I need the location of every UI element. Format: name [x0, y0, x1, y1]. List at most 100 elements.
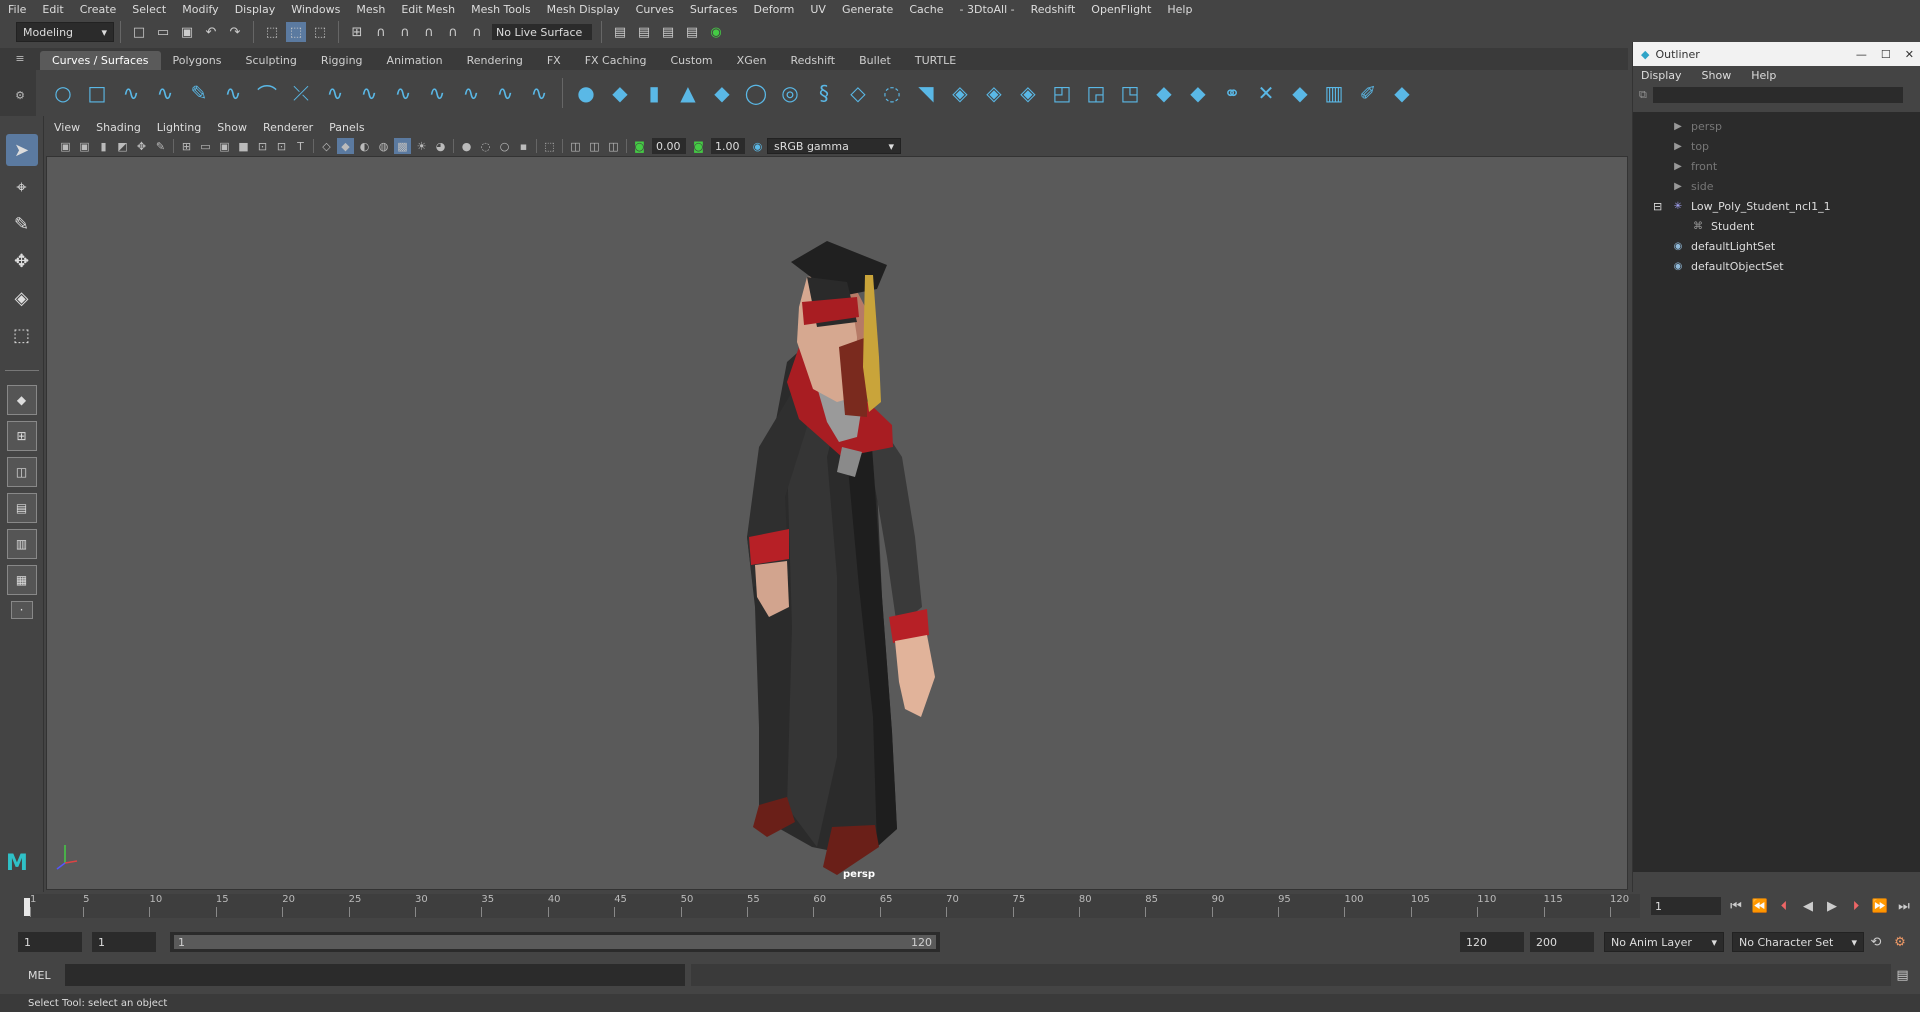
menu-cache[interactable]: Cache — [909, 3, 943, 16]
step-forward-frame-icon[interactable]: ⏩ — [1870, 896, 1890, 916]
resolution-gate-icon[interactable]: ▣ — [216, 138, 233, 154]
menu-edit-mesh[interactable]: Edit Mesh — [401, 3, 455, 16]
lasso-tool-icon[interactable]: ⌖ — [6, 171, 38, 203]
select-hierarchy-icon[interactable]: ⬚ — [262, 22, 282, 42]
hypershade-layout-icon[interactable]: ▦ — [6, 565, 37, 595]
shelf-tab-rigging[interactable]: Rigging — [309, 51, 375, 70]
menu-select[interactable]: Select — [132, 3, 166, 16]
isolate-select-icon[interactable]: ⬚ — [541, 138, 558, 154]
go-to-start-icon[interactable]: ⏮ — [1726, 896, 1746, 916]
bevel-plus-icon[interactable]: ◈ — [947, 80, 973, 106]
animation-end-field[interactable]: 200 — [1530, 932, 1594, 952]
snap-grid-icon[interactable]: ⊞ — [347, 22, 367, 42]
nurbs-circle-icon[interactable]: ○ — [50, 80, 76, 106]
nurbs-torus-icon[interactable]: ◯ — [743, 80, 769, 106]
step-forward-key-icon[interactable]: ⏵ — [1846, 896, 1866, 916]
2d-pan-icon[interactable]: ✥ — [133, 138, 150, 154]
xray-icon[interactable]: ◫ — [567, 138, 584, 154]
move-tool-icon[interactable]: ✥ — [6, 245, 38, 277]
live-surface-field[interactable]: No Live Surface — [492, 24, 592, 40]
nurbs-plane-icon[interactable]: ◆ — [709, 80, 735, 106]
menu-redshift[interactable]: Redshift — [1031, 3, 1076, 16]
wireframe-icon[interactable]: ◇ — [318, 138, 335, 154]
outliner-menu-help[interactable]: Help — [1751, 69, 1776, 82]
mode-dropdown[interactable]: Modeling ▾ — [16, 22, 114, 42]
magnet-icon[interactable]: ∩ — [467, 22, 487, 42]
anim-layer-dropdown[interactable]: No Anim Layer ▾ — [1604, 932, 1724, 952]
outliner-menu-display[interactable]: Display — [1641, 69, 1682, 82]
menu-edit[interactable]: Edit — [42, 3, 63, 16]
xray-active-icon[interactable]: ◫ — [586, 138, 603, 154]
menu-modify[interactable]: Modify — [182, 3, 218, 16]
menu-generate[interactable]: Generate — [842, 3, 893, 16]
motion-blur-icon[interactable]: ◌ — [477, 138, 494, 154]
duplicate-surface-icon[interactable]: ◰ — [1049, 80, 1075, 106]
maximize-icon[interactable]: ☐ — [1881, 48, 1891, 61]
gate-mask-icon[interactable]: ■ — [235, 138, 252, 154]
rotate-tool-icon[interactable]: ◈ — [6, 282, 38, 314]
animation-start-field[interactable]: 1 — [18, 932, 82, 952]
current-frame-field[interactable]: 1 — [1651, 897, 1721, 915]
menu-curves[interactable]: Curves — [636, 3, 674, 16]
outliner-item[interactable]: ▶ side — [1633, 176, 1920, 196]
persp-outliner-layout-icon[interactable]: ▤ — [6, 493, 37, 523]
side-by-side-layout-icon[interactable]: ◫ — [6, 457, 37, 487]
anti-aliasing-icon[interactable]: ○ — [496, 138, 513, 154]
new-scene-icon[interactable]: □ — [129, 22, 149, 42]
grease-pencil-icon[interactable]: ✎ — [152, 138, 169, 154]
nurbs-sphere-icon[interactable]: ● — [573, 80, 599, 106]
bookmark-icon[interactable]: ▮ — [95, 138, 112, 154]
square-surface-icon[interactable]: ◈ — [1015, 80, 1041, 106]
viewport-menu-view[interactable]: View — [54, 121, 80, 134]
textured-icon[interactable]: ▩ — [394, 138, 411, 154]
image-plane-icon[interactable]: ◩ — [114, 138, 131, 154]
detach-surfaces-icon[interactable]: ✕ — [1253, 80, 1279, 106]
extrude-icon[interactable]: ◌ — [879, 80, 905, 106]
ipr-render-icon[interactable]: ▤ — [658, 22, 678, 42]
shelf-tab-redshift[interactable]: Redshift — [778, 51, 847, 70]
character-set-dropdown[interactable]: No Character Set ▾ — [1732, 932, 1864, 952]
viewport-menu-show[interactable]: Show — [217, 121, 247, 134]
open-close-icon[interactable]: ◆ — [1287, 80, 1313, 106]
open-scene-icon[interactable]: ▭ — [153, 22, 173, 42]
menu-help[interactable]: Help — [1167, 3, 1192, 16]
depth-of-field-icon[interactable]: ▪ — [515, 138, 532, 154]
shelf-options[interactable]: ≡ ⚙ — [0, 48, 40, 118]
loft-icon[interactable]: § — [811, 80, 837, 106]
close-icon[interactable]: ✕ — [1905, 48, 1914, 61]
film-gate-icon[interactable]: ▭ — [197, 138, 214, 154]
menu-surfaces[interactable]: Surfaces — [690, 3, 738, 16]
redo-icon[interactable]: ↷ — [225, 22, 245, 42]
menu-display[interactable]: Display — [235, 3, 276, 16]
snap-view-icon[interactable]: ∩ — [419, 22, 439, 42]
xray-joints-icon[interactable]: ◫ — [605, 138, 622, 154]
snap-live-icon[interactable]: ∩ — [443, 22, 463, 42]
range-slider-handle[interactable]: 1 120 — [174, 935, 936, 949]
paint-select-icon[interactable]: ✎ — [6, 208, 38, 240]
outliner-item[interactable]: ▶ front — [1633, 156, 1920, 176]
step-back-frame-icon[interactable]: ⏪ — [1750, 896, 1770, 916]
add-points-icon[interactable]: ∿ — [492, 80, 518, 106]
four-view-layout-icon[interactable]: ⊞ — [6, 421, 37, 451]
menu-mesh-display[interactable]: Mesh Display — [547, 3, 620, 16]
nurbs-cube-icon[interactable]: ◆ — [607, 80, 633, 106]
play-backwards-icon[interactable]: ◀ — [1798, 896, 1818, 916]
viewport-menu-lighting[interactable]: Lighting — [157, 121, 201, 134]
menu-mesh[interactable]: Mesh — [356, 3, 385, 16]
insert-knot-icon[interactable]: ∿ — [356, 80, 382, 106]
shelf-tab-fx[interactable]: FX — [535, 51, 573, 70]
menu-icon[interactable]: ≡ — [0, 52, 40, 65]
bezier-curve-icon[interactable]: ∿ — [220, 80, 246, 106]
rebuild-surface-icon[interactable]: ▥ — [1321, 80, 1347, 106]
time-slider[interactable]: 1 5 10 15 20 25 30 35 40 45 50 55 60 65 70 75 80 85 90 95 10… — [30, 894, 1640, 918]
safe-action-icon[interactable]: ⊡ — [273, 138, 290, 154]
menu-file[interactable]: File — [8, 3, 26, 16]
attach-surfaces-icon[interactable]: ⚭ — [1219, 80, 1245, 106]
playback-start-field[interactable]: 1 — [92, 932, 156, 952]
intersect-icon[interactable]: ◳ — [1117, 80, 1143, 106]
use-all-lights-icon[interactable]: ☀ — [413, 138, 430, 154]
outliner-item[interactable]: ⊟ ✳ Low_Poly_Student_ncl1_1 — [1633, 196, 1920, 216]
camera-attributes-icon[interactable]: ▣ — [76, 138, 93, 154]
attach-curves-icon[interactable]: ⤫ — [288, 80, 314, 106]
auto-key-icon[interactable]: ⟲ — [1866, 932, 1886, 952]
